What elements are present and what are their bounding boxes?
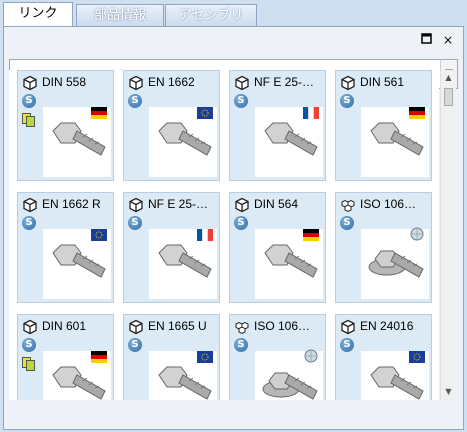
- part-card[interactable]: ISO 106… S: [335, 192, 432, 303]
- multi-cube-icon: [234, 319, 250, 335]
- part-card-title: DIN 601: [42, 319, 87, 333]
- part-card-title: EN 24016: [360, 319, 414, 333]
- standard-flag-icon: [303, 348, 319, 363]
- cube-icon: [234, 197, 250, 213]
- part-card[interactable]: EN 1662 S: [123, 70, 220, 181]
- part-card[interactable]: DIN 564 S: [229, 192, 326, 303]
- scroll-thumb[interactable]: [444, 88, 453, 106]
- tab-assembly[interactable]: アセンブリ: [165, 4, 257, 26]
- part-card[interactable]: EN 24016 S: [335, 314, 432, 400]
- cube-icon: [234, 75, 250, 91]
- s-badge-icon: S: [128, 94, 142, 108]
- s-badge-icon: S: [128, 216, 142, 230]
- scroll-down-icon[interactable]: ▼: [441, 384, 456, 400]
- standard-flag-icon: [91, 348, 107, 363]
- s-badge-icon: S: [340, 338, 354, 352]
- part-card[interactable]: NF E 25-… S: [229, 70, 326, 181]
- part-card-title: DIN 558: [42, 75, 87, 89]
- part-card[interactable]: EN 1665 U S: [123, 314, 220, 400]
- cube-icon: [22, 197, 38, 213]
- s-badge-icon: S: [128, 338, 142, 352]
- cube-icon: [22, 75, 38, 91]
- standard-flag-icon: [91, 104, 107, 119]
- tab-part-info[interactable]: 部品情報: [76, 4, 164, 26]
- part-card-title: NF E 25-…: [148, 197, 209, 211]
- part-card[interactable]: NF E 25-… S: [123, 192, 220, 303]
- cube-icon: [340, 75, 356, 91]
- part-card-title: NF E 25-…: [254, 75, 315, 89]
- part-card[interactable]: DIN 601 S: [17, 314, 114, 400]
- s-badge-icon: S: [340, 94, 354, 108]
- s-badge-icon: S: [22, 338, 36, 352]
- close-icon[interactable]: ×: [441, 33, 455, 47]
- standard-flag-icon: [303, 226, 319, 241]
- part-card-title: ISO 106…: [254, 319, 311, 333]
- s-badge-icon: S: [340, 216, 354, 230]
- part-card[interactable]: DIN 558 S: [17, 70, 114, 181]
- standard-flag-icon: [197, 226, 213, 241]
- standard-flag-icon: [197, 348, 213, 363]
- scroll-up-icon[interactable]: ▲: [441, 70, 456, 86]
- part-card-title: DIN 561: [360, 75, 405, 89]
- cube-icon: [128, 197, 144, 213]
- standard-flag-icon: [197, 104, 213, 119]
- part-card[interactable]: DIN 561 S: [335, 70, 432, 181]
- part-card-title: EN 1662: [148, 75, 195, 89]
- part-card-title: EN 1662 R: [42, 197, 101, 211]
- part-card-title: EN 1665 U: [148, 319, 207, 333]
- cube-icon: [128, 75, 144, 91]
- s-badge-icon: S: [234, 94, 248, 108]
- part-card-title: DIN 564: [254, 197, 299, 211]
- part-card-title: ISO 106…: [360, 197, 417, 211]
- s-badge-icon: S: [22, 94, 36, 108]
- vertical-scrollbar[interactable]: ▲ ▼: [440, 70, 456, 400]
- document-icon: [22, 112, 35, 127]
- part-card[interactable]: EN 1662 R S: [17, 192, 114, 303]
- standard-flag-icon: [91, 226, 107, 241]
- document-icon: [22, 356, 35, 371]
- s-badge-icon: S: [22, 216, 36, 230]
- cube-icon: [128, 319, 144, 335]
- standard-flag-icon: [303, 104, 319, 119]
- results-grid: DIN 558 S EN 1662 S NF E 25-… S DIN 561 S EN 166…: [9, 70, 439, 400]
- maximize-icon[interactable]: [419, 33, 433, 47]
- part-card[interactable]: ISO 106… S: [229, 314, 326, 400]
- standard-flag-icon: [409, 104, 425, 119]
- standard-flag-icon: [409, 226, 425, 241]
- s-badge-icon: S: [234, 338, 248, 352]
- cube-icon: [340, 319, 356, 335]
- tab-links[interactable]: リンク: [3, 2, 73, 27]
- tab-bar: リンク 部品情報 アセンブリ: [0, 0, 467, 27]
- multi-cube-icon: [340, 197, 356, 213]
- standard-flag-icon: [409, 348, 425, 363]
- cube-icon: [22, 319, 38, 335]
- s-badge-icon: S: [234, 216, 248, 230]
